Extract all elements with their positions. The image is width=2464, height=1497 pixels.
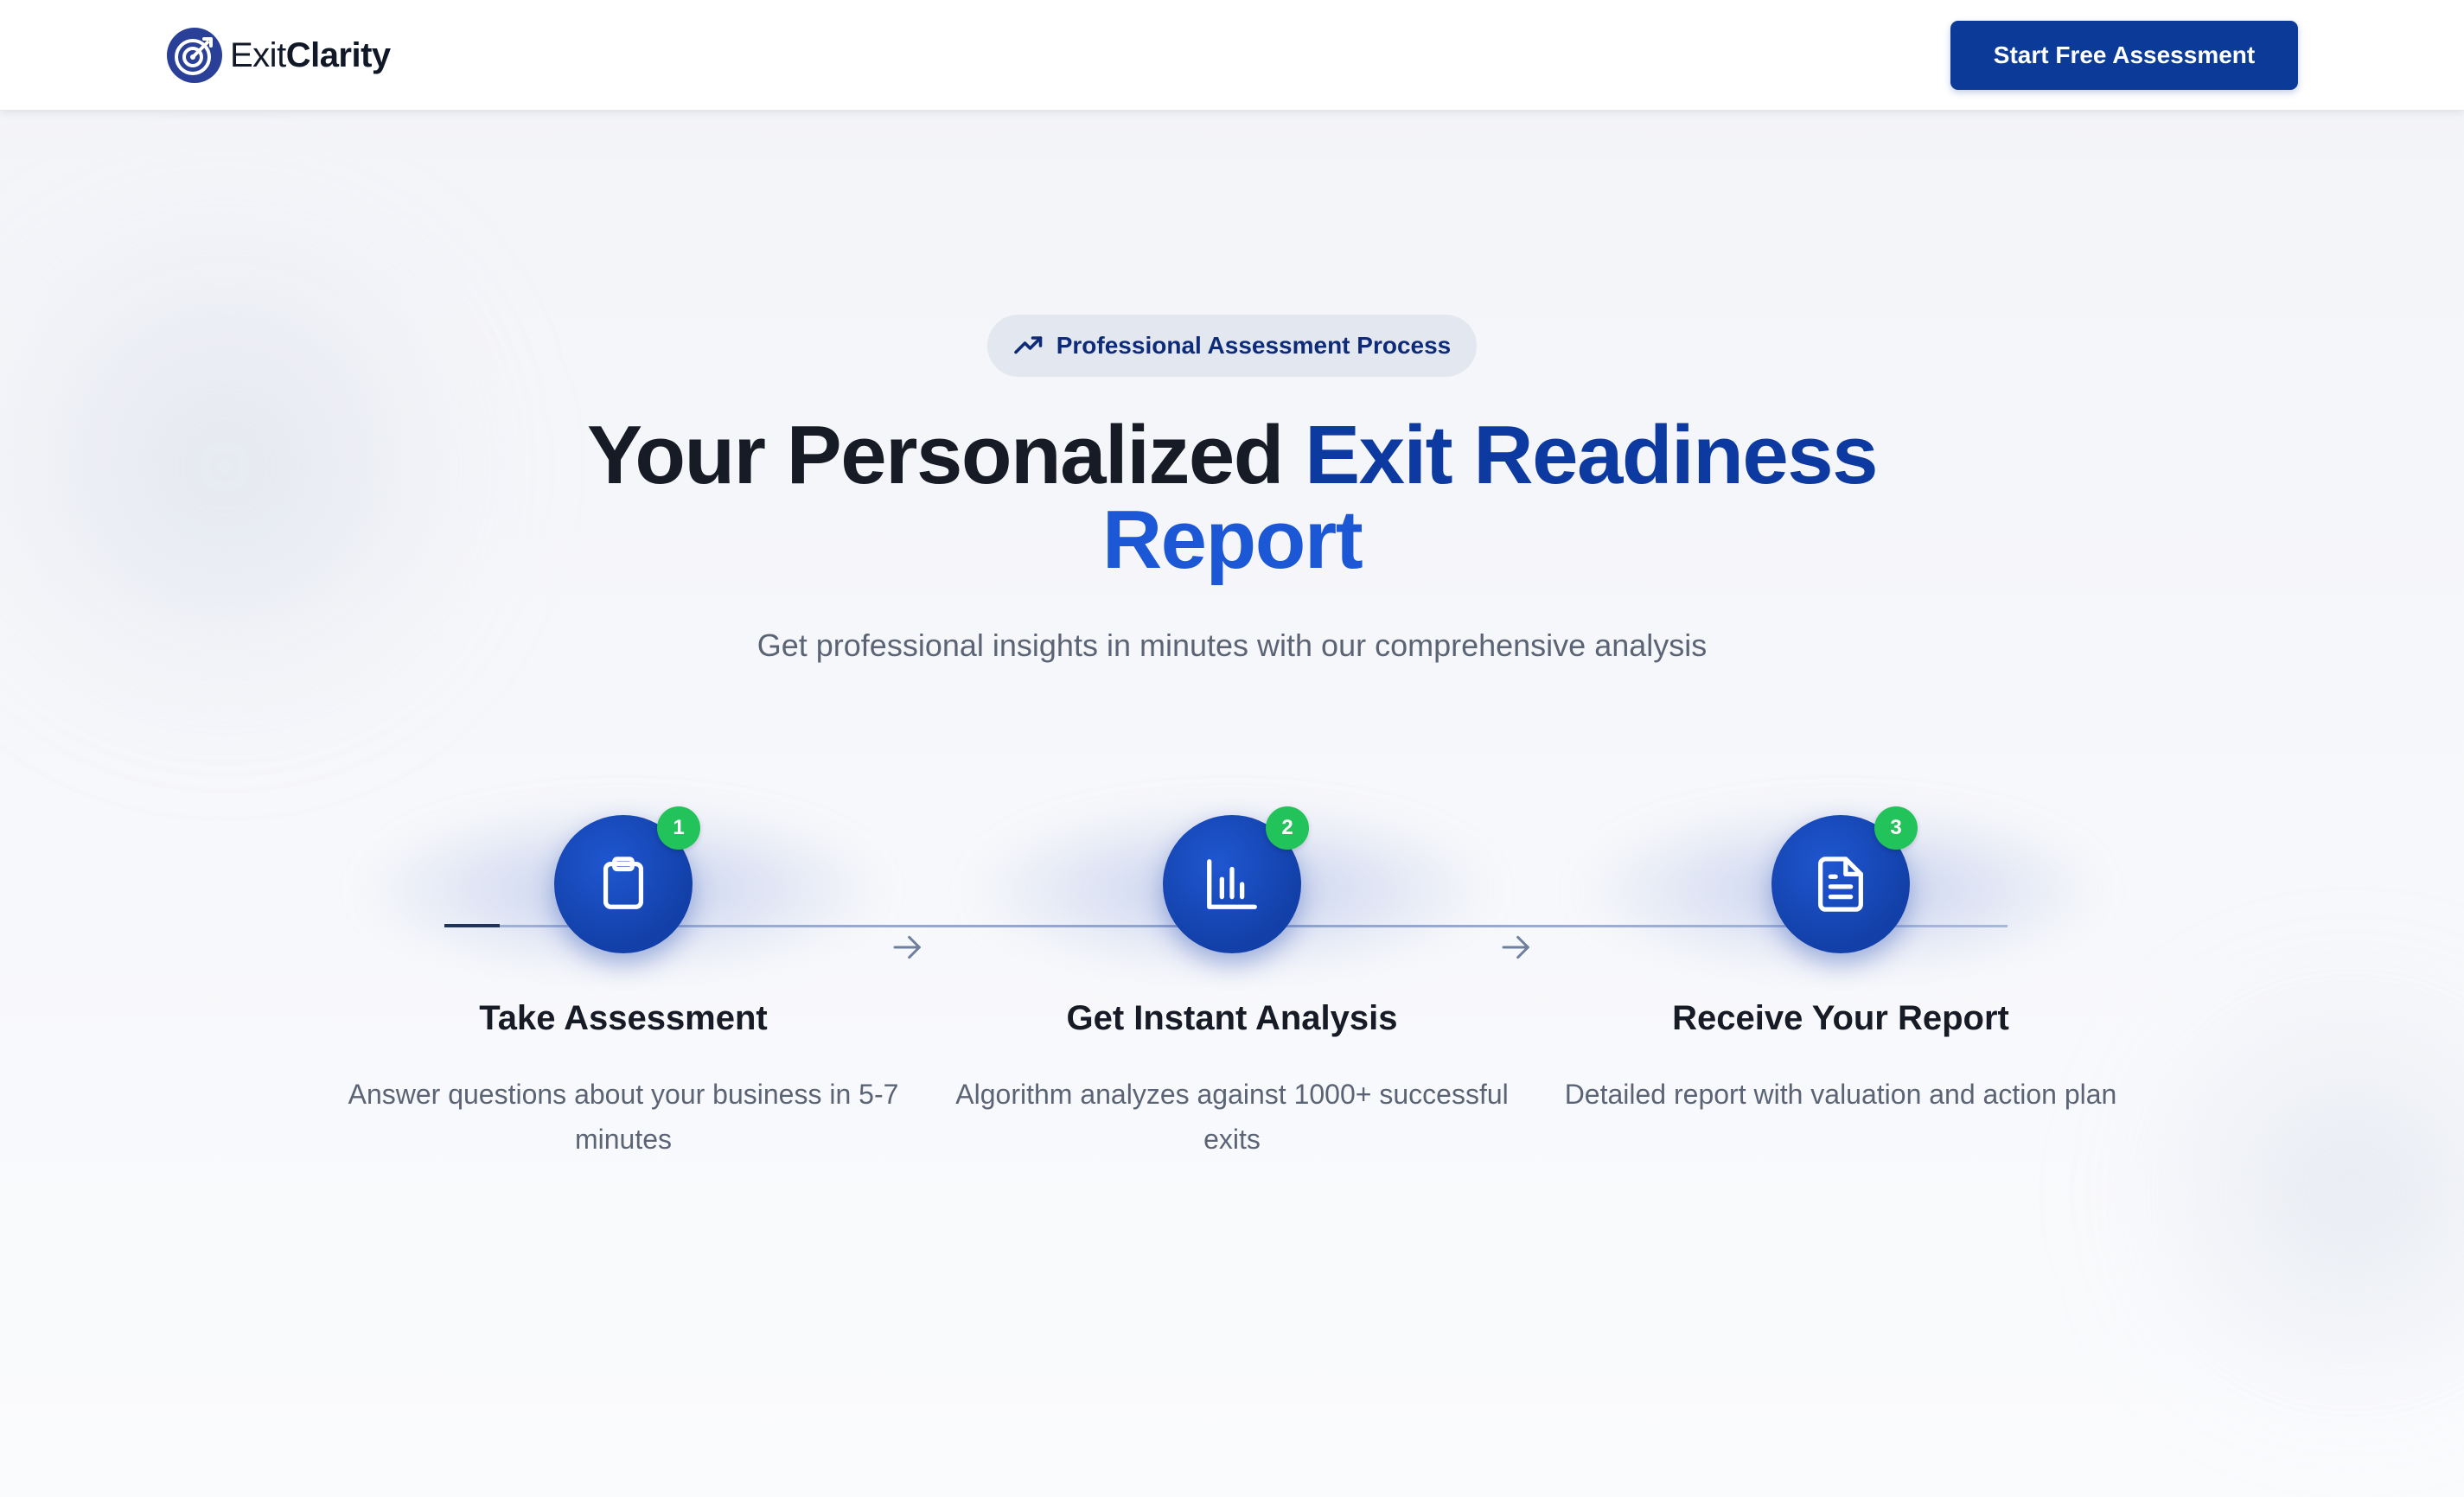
trending-up-icon <box>1013 336 1043 354</box>
step-description: Answer questions about your business in … <box>348 1079 899 1155</box>
logo[interactable]: ExitClarity <box>166 26 391 85</box>
page-subtitle: Get professional insights in minutes wit… <box>756 627 1708 663</box>
title-accent: Exit Readiness <box>1305 409 1878 501</box>
step-number-badge: 1 <box>657 806 700 850</box>
title-accent-report: Report <box>1101 494 1363 586</box>
background-blur <box>2127 1003 2464 1383</box>
step-title: Get Instant Analysis <box>1066 999 1398 1037</box>
brand-name: ExitClarity <box>230 35 391 74</box>
page-title: Your Personalized Exit Readiness Report <box>0 413 2464 583</box>
clipboard-icon <box>603 857 644 909</box>
document-icon <box>1818 857 1863 912</box>
landing-page: ExitClarity Start Free Assessment Profes… <box>0 0 2464 1497</box>
step-title: Receive Your Report <box>1672 999 2009 1037</box>
step-description: Algorithm analyzes against 1000+ success… <box>955 1079 1509 1155</box>
title-dark: Your Personalized <box>586 409 1305 501</box>
process-badge: Professional Assessment Process <box>987 315 1477 377</box>
top-navbar: ExitClarity Start Free Assessment <box>0 0 2464 111</box>
start-free-assessment-button[interactable]: Start Free Assessment <box>1950 21 2298 90</box>
step-title: Take Assessment <box>479 999 768 1037</box>
step-description: Detailed report with valuation and actio… <box>1564 1079 2117 1110</box>
progress-track-start <box>444 924 500 927</box>
bar-chart-icon <box>1207 859 1257 909</box>
arrow-right-icon <box>1502 935 1529 959</box>
step-number-badge: 3 <box>1874 806 1918 850</box>
step-number-badge: 2 <box>1266 806 1309 850</box>
target-icon <box>167 28 222 83</box>
arrow-right-icon <box>893 935 921 959</box>
badge-label: Professional Assessment Process <box>1056 332 1452 359</box>
